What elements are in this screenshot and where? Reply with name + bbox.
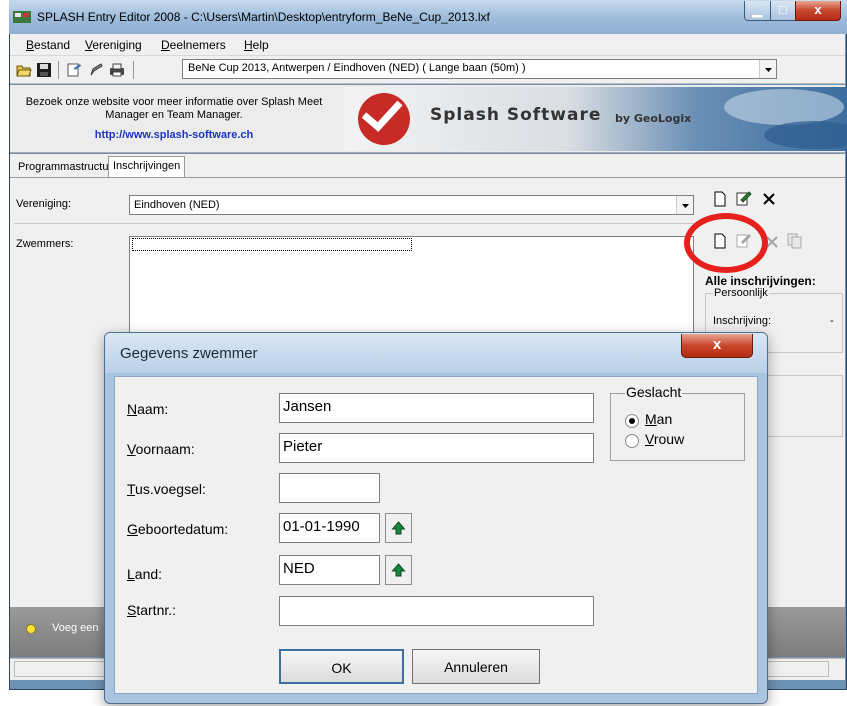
close-button[interactable]: x: [795, 1, 841, 21]
menu-help[interactable]: Help: [244, 38, 269, 52]
birthdate-label: Geboortedatum:: [127, 521, 229, 537]
swimmers-label: Zwemmers:: [16, 238, 74, 250]
new-club-icon[interactable]: [712, 191, 728, 207]
banner-info-text: Bezoek onze website voor meer informatie…: [25, 96, 323, 121]
menu-vereniging[interactable]: Vereniging: [85, 38, 142, 52]
gender-male-label[interactable]: Man: [645, 411, 672, 427]
birthdate-picker-button[interactable]: [385, 513, 412, 543]
maximize-button[interactable]: □: [770, 1, 796, 21]
club-select-value: Eindhoven (NED): [134, 199, 220, 211]
banner-logo-text: Splash Software: [430, 105, 602, 125]
country-picker-button[interactable]: [385, 555, 412, 585]
dialog-close-button[interactable]: x: [681, 334, 753, 358]
minimize-button[interactable]: ▁: [744, 1, 771, 21]
chevron-down-icon: [765, 68, 772, 72]
maximize-icon: □: [779, 2, 787, 17]
menu-bar: Bestand Vereniging Deelnemers Help: [10, 34, 845, 56]
radio-selected-dot: [629, 418, 635, 424]
up-arrow-icon: [391, 563, 406, 577]
minimize-icon: ▁: [752, 2, 763, 17]
side-panel-heading: Alle inschrijvingen:: [705, 274, 816, 288]
startnr-label: Startnr.:: [127, 602, 177, 618]
meet-select-dropdown-button[interactable]: [759, 60, 776, 78]
firstname-label: Voornaam:: [127, 441, 195, 457]
lastname-label: Naam:: [127, 401, 169, 417]
club-label: Vereniging:: [16, 198, 72, 210]
infix-label: Tus.voegsel:: [127, 481, 206, 497]
gender-female-radio[interactable]: [625, 434, 639, 448]
ok-button[interactable]: OK: [279, 649, 404, 684]
app-icon: [13, 11, 31, 23]
dialog-title: Gegevens zwemmer: [120, 345, 258, 362]
country-label: Land:: [127, 566, 163, 582]
infix-input[interactable]: [279, 473, 380, 503]
swimmers-list[interactable]: [129, 236, 694, 336]
gender-male-radio[interactable]: [625, 414, 639, 428]
tab-divider: [10, 177, 845, 178]
open-folder-icon[interactable]: [16, 62, 32, 78]
entry-count-label: Inschrijving:: [713, 315, 772, 327]
close-icon: x: [814, 2, 822, 17]
chevron-down-icon: [682, 204, 689, 208]
gender-legend: Geslacht: [625, 384, 683, 400]
menu-bestand[interactable]: Bestand: [26, 38, 70, 52]
swimmers-list-focus-row[interactable]: [132, 238, 412, 251]
menu-deelnemers[interactable]: Deelnemers: [161, 38, 226, 52]
lightbulb-icon: [26, 624, 36, 636]
entry-count-value: -: [830, 315, 834, 327]
print-icon[interactable]: [109, 62, 125, 78]
meet-select-value: BeNe Cup 2013, Antwerpen / Eindhoven (NE…: [188, 62, 526, 74]
website-link[interactable]: http://www.splash-software.ch: [14, 129, 334, 141]
copy-icon[interactable]: [786, 232, 804, 250]
delete-club-icon[interactable]: [762, 192, 776, 206]
firstname-input[interactable]: Pieter: [279, 433, 594, 463]
properties-icon[interactable]: [66, 62, 82, 78]
close-icon: x: [712, 336, 722, 353]
edit-club-icon[interactable]: [735, 190, 753, 208]
toolbar-separator: [133, 61, 134, 79]
country-input[interactable]: NED: [279, 555, 380, 585]
save-icon[interactable]: [36, 62, 52, 78]
hint-text: Voeg een: [52, 622, 99, 634]
persoonlijk-legend: Persoonlijk: [713, 287, 769, 299]
edit-icon[interactable]: [88, 62, 104, 78]
gender-female-label[interactable]: Vrouw: [645, 431, 684, 447]
toolbar-separator: [58, 61, 59, 79]
up-arrow-icon: [391, 521, 406, 535]
highlight-circle-annotation: [684, 213, 768, 273]
tab-inschrijvingen[interactable]: Inschrijvingen: [108, 156, 186, 178]
startnr-input[interactable]: [279, 596, 594, 626]
club-select-dropdown-button[interactable]: [676, 196, 693, 214]
cancel-button[interactable]: Annuleren: [412, 649, 540, 684]
birthdate-input[interactable]: 01-01-1990: [279, 513, 380, 543]
banner-by-text: by GeoLogix: [615, 112, 692, 125]
window-title: SPLASH Entry Editor 2008 - C:\Users\Mart…: [37, 10, 490, 24]
tab-programmastructuur[interactable]: Programmastructuur: [14, 158, 124, 178]
lastname-input[interactable]: Jansen: [279, 393, 594, 423]
section-divider: [14, 223, 704, 224]
